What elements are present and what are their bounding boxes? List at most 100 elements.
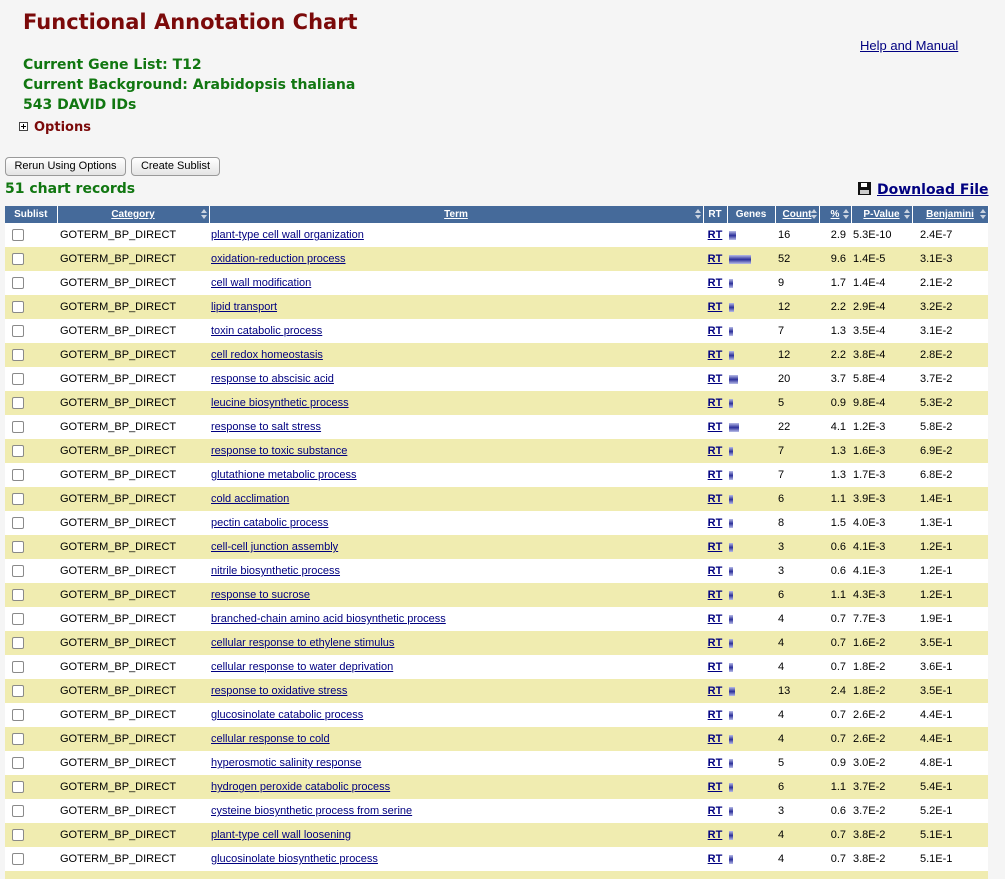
- genes-bar[interactable]: [729, 374, 738, 384]
- rt-link[interactable]: RT: [708, 805, 723, 817]
- term-link[interactable]: cellular response to cold: [211, 733, 330, 745]
- genes-bar[interactable]: [729, 734, 733, 744]
- sublist-checkbox[interactable]: [12, 397, 24, 410]
- genes-bar[interactable]: [729, 614, 733, 624]
- download-file-link[interactable]: Download File: [858, 181, 989, 198]
- genes-bar[interactable]: [729, 686, 735, 696]
- rt-link[interactable]: RT: [708, 253, 723, 265]
- sublist-checkbox[interactable]: [12, 829, 24, 842]
- term-link[interactable]: response to oxidative stress: [211, 685, 347, 697]
- col-header-pvalue[interactable]: P-Value: [851, 206, 913, 223]
- genes-bar[interactable]: [729, 494, 733, 504]
- term-link[interactable]: response to abscisic acid: [211, 373, 334, 385]
- genes-bar[interactable]: [729, 758, 733, 768]
- rt-link[interactable]: RT: [708, 589, 723, 601]
- rt-link[interactable]: RT: [708, 661, 723, 673]
- genes-bar[interactable]: [729, 590, 733, 600]
- sublist-checkbox[interactable]: [12, 685, 24, 698]
- rt-link[interactable]: RT: [708, 781, 723, 793]
- col-header-count[interactable]: Count: [775, 206, 820, 223]
- term-link[interactable]: cysteine biosynthetic process from serin…: [211, 805, 412, 817]
- sublist-checkbox[interactable]: [12, 757, 24, 770]
- genes-bar[interactable]: [729, 638, 733, 648]
- rt-link[interactable]: RT: [708, 277, 723, 289]
- rt-link[interactable]: RT: [708, 517, 723, 529]
- term-link[interactable]: pectin catabolic process: [211, 517, 328, 529]
- genes-bar[interactable]: [729, 422, 739, 432]
- rt-link[interactable]: RT: [708, 613, 723, 625]
- genes-bar[interactable]: [729, 278, 733, 288]
- col-header-category[interactable]: Category: [57, 206, 210, 223]
- options-toggle[interactable]: Options: [19, 120, 91, 135]
- rt-link[interactable]: RT: [708, 373, 723, 385]
- sort-arrows-icon[interactable]: [694, 209, 701, 220]
- sublist-checkbox[interactable]: [12, 493, 24, 506]
- term-link[interactable]: plant-type cell wall organization: [211, 229, 364, 241]
- sublist-checkbox[interactable]: [12, 373, 24, 386]
- genes-bar[interactable]: [729, 854, 733, 864]
- rt-link[interactable]: RT: [708, 301, 723, 313]
- genes-bar[interactable]: [729, 662, 733, 672]
- term-link[interactable]: cell wall modification: [211, 277, 311, 289]
- term-link[interactable]: toxin catabolic process: [211, 325, 322, 337]
- genes-bar[interactable]: [729, 518, 733, 528]
- sort-arrows-icon[interactable]: [842, 209, 849, 220]
- term-link[interactable]: cold acclimation: [211, 493, 289, 505]
- genes-bar[interactable]: [729, 782, 733, 792]
- term-link[interactable]: cellular response to ethylene stimulus: [211, 637, 394, 649]
- sublist-checkbox[interactable]: [12, 445, 24, 458]
- rt-link[interactable]: RT: [708, 325, 723, 337]
- term-link[interactable]: leucine biosynthetic process: [211, 397, 349, 409]
- sort-arrows-icon[interactable]: [200, 209, 207, 220]
- sublist-checkbox[interactable]: [12, 421, 24, 434]
- term-link[interactable]: hyperosmotic salinity response: [211, 757, 361, 769]
- term-link[interactable]: glucosinolate biosynthetic process: [211, 853, 378, 865]
- rerun-using-options-button[interactable]: Rerun Using Options: [5, 157, 126, 176]
- term-link[interactable]: cell-cell junction assembly: [211, 541, 338, 553]
- sublist-checkbox[interactable]: [12, 229, 24, 242]
- sublist-checkbox[interactable]: [12, 589, 24, 602]
- genes-bar[interactable]: [729, 830, 733, 840]
- rt-link[interactable]: RT: [708, 565, 723, 577]
- sublist-checkbox[interactable]: [12, 301, 24, 314]
- term-link[interactable]: glutathione metabolic process: [211, 469, 357, 481]
- term-link[interactable]: oxidation-reduction process: [211, 253, 346, 265]
- sort-arrows-icon[interactable]: [903, 209, 910, 220]
- term-link[interactable]: nitrile biosynthetic process: [211, 565, 340, 577]
- sort-arrows-icon[interactable]: [979, 209, 986, 220]
- genes-bar[interactable]: [729, 350, 734, 360]
- sublist-checkbox[interactable]: [12, 565, 24, 578]
- term-link[interactable]: hydrogen peroxide catabolic process: [211, 781, 390, 793]
- term-link[interactable]: response to toxic substance: [211, 445, 347, 457]
- rt-link[interactable]: RT: [708, 733, 723, 745]
- rt-link[interactable]: RT: [708, 541, 723, 553]
- rt-link[interactable]: RT: [708, 421, 723, 433]
- genes-bar[interactable]: [729, 710, 733, 720]
- rt-link[interactable]: RT: [708, 829, 723, 841]
- col-header-percent[interactable]: %: [819, 206, 852, 223]
- genes-bar[interactable]: [729, 398, 733, 408]
- sublist-checkbox[interactable]: [12, 661, 24, 674]
- genes-bar[interactable]: [729, 806, 733, 816]
- genes-bar[interactable]: [729, 254, 751, 264]
- genes-bar[interactable]: [729, 446, 733, 456]
- rt-link[interactable]: RT: [708, 637, 723, 649]
- genes-bar[interactable]: [729, 542, 733, 552]
- rt-link[interactable]: RT: [708, 685, 723, 697]
- sublist-checkbox[interactable]: [12, 805, 24, 818]
- sort-arrows-icon[interactable]: [810, 209, 817, 220]
- genes-bar[interactable]: [729, 566, 733, 576]
- term-link[interactable]: response to salt stress: [211, 421, 321, 433]
- sublist-checkbox[interactable]: [12, 349, 24, 362]
- sublist-checkbox[interactable]: [12, 853, 24, 866]
- rt-link[interactable]: RT: [708, 709, 723, 721]
- col-header-term[interactable]: Term: [209, 206, 704, 223]
- term-link[interactable]: response to sucrose: [211, 589, 310, 601]
- sublist-checkbox[interactable]: [12, 781, 24, 794]
- term-link[interactable]: glucosinolate catabolic process: [211, 709, 363, 721]
- sublist-checkbox[interactable]: [12, 325, 24, 338]
- sublist-checkbox[interactable]: [12, 253, 24, 266]
- sublist-checkbox[interactable]: [12, 637, 24, 650]
- sublist-checkbox[interactable]: [12, 469, 24, 482]
- col-header-benjamini[interactable]: Benjamini: [912, 206, 989, 223]
